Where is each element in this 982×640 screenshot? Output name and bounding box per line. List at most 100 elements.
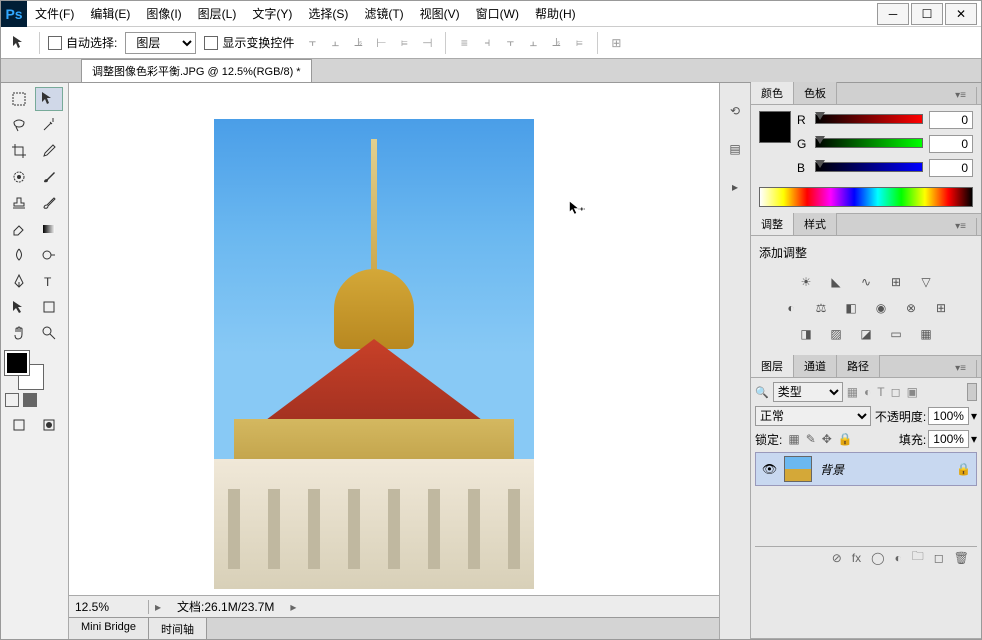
r-input[interactable]	[929, 111, 973, 129]
auto-select-checkbox[interactable]: 自动选择:	[48, 34, 117, 51]
lock-position-icon[interactable]: ✥	[822, 432, 832, 446]
filter-smart-icon[interactable]: ▣	[907, 385, 918, 399]
align-hcenter-icon[interactable]: ⫢	[394, 33, 414, 53]
fill-dropdown-icon[interactable]: ▾	[971, 432, 977, 446]
delete-layer-icon[interactable]: 🗑	[954, 551, 969, 565]
distribute-icon[interactable]: ⫟	[500, 33, 520, 53]
path-select-tool[interactable]	[5, 295, 33, 319]
distribute-icon[interactable]: ⫞	[477, 33, 497, 53]
tab-layers[interactable]: 图层	[751, 355, 794, 377]
filter-pixel-icon[interactable]: ▦	[847, 385, 858, 399]
panel-menu-icon[interactable]: ▾≡	[945, 360, 977, 377]
r-slider[interactable]	[815, 114, 923, 126]
info-arrow-icon[interactable]: ▸	[284, 600, 302, 614]
tab-color[interactable]: 颜色	[751, 82, 794, 104]
posterize-icon[interactable]: ▨	[826, 325, 846, 343]
invert-icon[interactable]: ◨	[796, 325, 816, 343]
wand-tool[interactable]	[35, 113, 63, 137]
new-adjustment-icon[interactable]: ◐	[895, 551, 902, 565]
tab-paths[interactable]: 路径	[837, 355, 880, 377]
screenmode-toggle[interactable]	[23, 393, 37, 407]
eraser-tool[interactable]	[5, 217, 33, 241]
dodge-tool[interactable]	[35, 243, 63, 267]
close-button[interactable]: ✕	[945, 3, 977, 25]
fill-value[interactable]: 100%	[928, 430, 969, 448]
visibility-toggle-icon[interactable]: 👁	[762, 462, 776, 476]
blur-tool[interactable]	[5, 243, 33, 267]
document-tab[interactable]: 调整图像色彩平衡.JPG @ 12.5%(RGB/8) *	[81, 59, 312, 82]
shape-tool[interactable]	[35, 295, 63, 319]
bw-icon[interactable]: ◧	[841, 299, 861, 317]
gradient-tool[interactable]	[35, 217, 63, 241]
align-right-icon[interactable]: ⊣	[417, 33, 437, 53]
heal-tool[interactable]	[5, 165, 33, 189]
g-slider[interactable]	[815, 138, 923, 150]
align-vcenter-icon[interactable]: ⫠	[325, 33, 345, 53]
crop-tool[interactable]	[5, 139, 33, 163]
blend-mode-select[interactable]: 正常	[755, 406, 871, 426]
curves-icon[interactable]: ∿	[856, 273, 876, 291]
color-lookup-icon[interactable]: ⊞	[931, 299, 951, 317]
align-top-icon[interactable]: ⫟	[302, 33, 322, 53]
layer-filter-kind[interactable]: 类型	[773, 382, 843, 402]
layer-thumbnail[interactable]	[784, 456, 812, 482]
menu-filter[interactable]: 滤镜(T)	[356, 1, 411, 27]
photo-filter-icon[interactable]: ◉	[871, 299, 891, 317]
new-group-icon[interactable]: 🗀	[912, 547, 924, 568]
foreground-color-swatch[interactable]	[5, 351, 29, 375]
quickmask-toggle[interactable]	[5, 393, 19, 407]
history-panel-icon[interactable]: ⟲	[725, 101, 745, 121]
move-tool[interactable]	[35, 87, 63, 111]
auto-align-icon[interactable]: ⊞	[606, 33, 626, 53]
maximize-button[interactable]: ☐	[911, 3, 943, 25]
levels-icon[interactable]: ◣	[826, 273, 846, 291]
hand-tool[interactable]	[5, 321, 33, 345]
distribute-icon[interactable]: ⫢	[569, 33, 589, 53]
menu-edit[interactable]: 编辑(E)	[82, 1, 138, 27]
link-layers-icon[interactable]: ⊘	[832, 551, 842, 565]
panel-menu-icon[interactable]: ▾≡	[945, 87, 977, 104]
stamp-tool[interactable]	[5, 191, 33, 215]
menu-image[interactable]: 图像(I)	[138, 1, 189, 27]
menu-type[interactable]: 文字(Y)	[244, 1, 300, 27]
new-layer-icon[interactable]: ◻	[934, 551, 944, 565]
tab-channels[interactable]: 通道	[794, 355, 837, 377]
align-left-icon[interactable]: ⊢	[371, 33, 391, 53]
filter-adjust-icon[interactable]: ◐	[864, 385, 871, 399]
filter-type-icon[interactable]: T	[877, 385, 884, 399]
marquee-tool[interactable]	[5, 87, 33, 111]
tab-swatches[interactable]: 色板	[794, 82, 837, 104]
properties-panel-icon[interactable]: ▸	[725, 177, 745, 197]
color-swatches[interactable]	[5, 351, 43, 389]
b-input[interactable]	[929, 159, 973, 177]
auto-select-target-select[interactable]: 图层	[125, 32, 196, 54]
edit-quickmask-mode[interactable]	[35, 413, 63, 437]
exposure-icon[interactable]: ⊞	[886, 273, 906, 291]
canvas-viewport[interactable]	[69, 83, 719, 595]
pen-tool[interactable]	[5, 269, 33, 293]
menu-select[interactable]: 选择(S)	[300, 1, 356, 27]
lock-all-icon[interactable]: 🔒	[838, 432, 853, 446]
lasso-tool[interactable]	[5, 113, 33, 137]
spectrum-ramp[interactable]	[759, 187, 973, 207]
distribute-icon[interactable]: ≡	[454, 33, 474, 53]
zoom-field[interactable]: 12.5%	[69, 600, 149, 614]
color-balance-icon[interactable]: ⚖	[811, 299, 831, 317]
layer-mask-icon[interactable]: ◯	[871, 551, 884, 565]
hue-sat-icon[interactable]: ◐	[781, 299, 801, 317]
history-brush-tool[interactable]	[35, 191, 63, 215]
g-input[interactable]	[929, 135, 973, 153]
vibrance-icon[interactable]: ▽	[916, 273, 936, 291]
tab-timeline[interactable]: 时间轴	[149, 618, 207, 639]
menu-help[interactable]: 帮助(H)	[527, 1, 584, 27]
b-slider[interactable]	[815, 162, 923, 174]
distribute-icon[interactable]: ⫠	[523, 33, 543, 53]
gradient-map-icon[interactable]: ▭	[886, 325, 906, 343]
menu-file[interactable]: 文件(F)	[27, 1, 82, 27]
lock-transparent-icon[interactable]: ▦	[788, 432, 799, 446]
brightness-contrast-icon[interactable]: ☀	[796, 273, 816, 291]
minimize-button[interactable]: ─	[877, 3, 909, 25]
selective-color-icon[interactable]: ▦	[916, 325, 936, 343]
menu-layer[interactable]: 图层(L)	[190, 1, 245, 27]
document-info[interactable]: 文档:26.1M/23.7M	[167, 598, 284, 615]
